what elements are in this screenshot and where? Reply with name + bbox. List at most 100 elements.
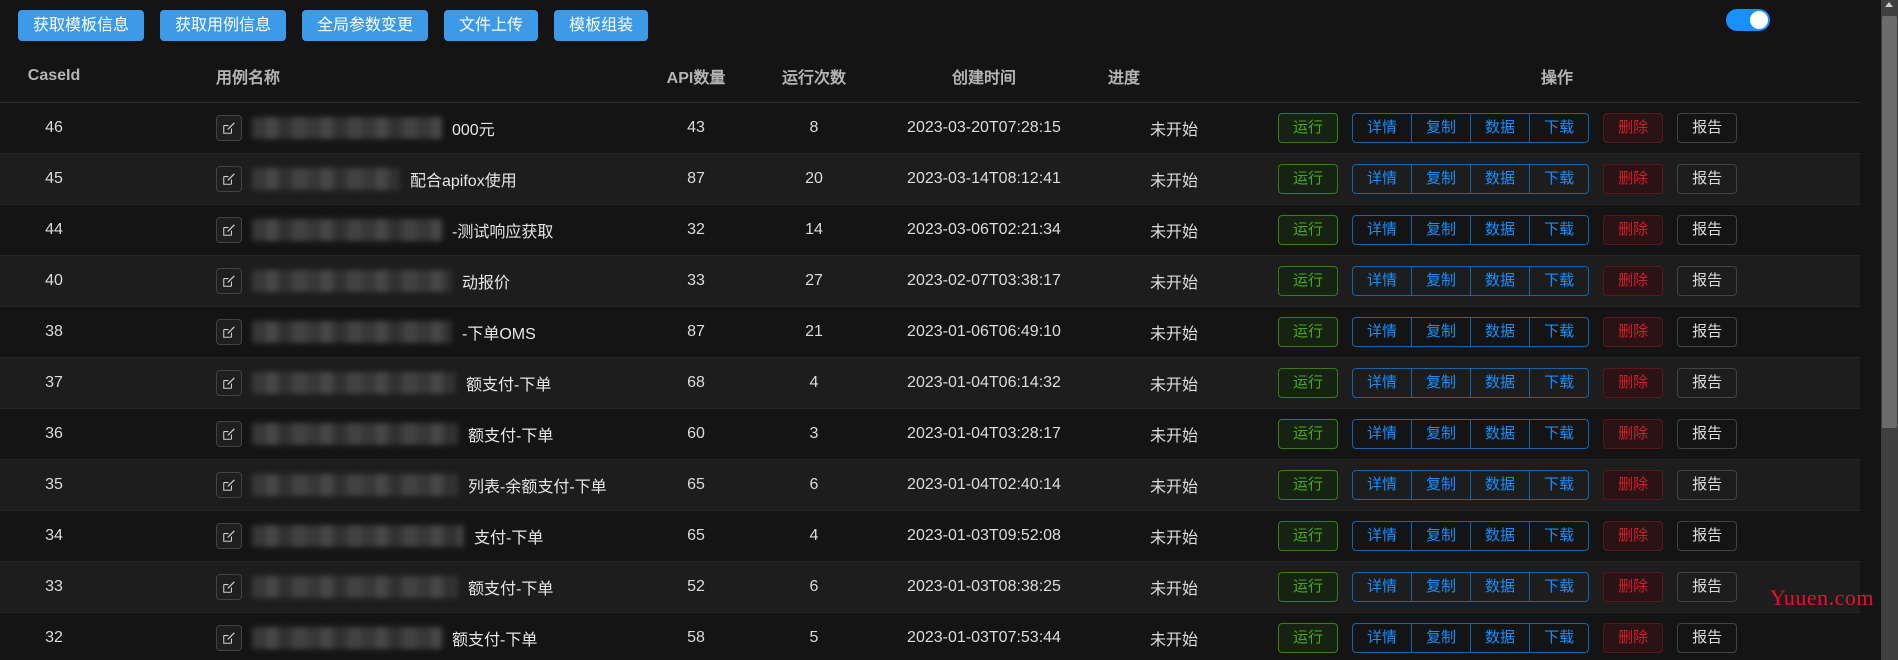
data-button[interactable]: 数据 (1471, 369, 1531, 397)
data-button[interactable]: 数据 (1471, 114, 1531, 142)
mode-toggle[interactable] (1726, 9, 1770, 31)
edit-icon[interactable] (216, 523, 242, 549)
run-button[interactable]: 运行 (1278, 164, 1339, 194)
delete-button[interactable]: 删除 (1603, 266, 1664, 296)
run-button[interactable]: 运行 (1278, 113, 1339, 143)
download-button[interactable]: 下载 (1530, 573, 1588, 601)
edit-icon[interactable] (216, 574, 242, 600)
copy-button[interactable]: 复制 (1412, 522, 1472, 550)
delete-button[interactable]: 删除 (1603, 164, 1664, 194)
copy-button[interactable]: 复制 (1412, 471, 1472, 499)
download-button[interactable]: 下载 (1530, 318, 1588, 346)
detail-button[interactable]: 详情 (1353, 471, 1413, 499)
detail-button[interactable]: 详情 (1353, 369, 1413, 397)
report-button[interactable]: 报告 (1677, 623, 1738, 653)
data-button[interactable]: 数据 (1471, 267, 1531, 295)
download-button[interactable]: 下载 (1530, 267, 1588, 295)
run-button[interactable]: 运行 (1278, 470, 1339, 500)
data-button[interactable]: 数据 (1471, 624, 1531, 652)
detail-button[interactable]: 详情 (1353, 165, 1413, 193)
vertical-scrollbar[interactable] (1881, 0, 1898, 660)
copy-button[interactable]: 复制 (1412, 216, 1472, 244)
report-button[interactable]: 报告 (1677, 215, 1738, 245)
download-button[interactable]: 下载 (1530, 165, 1588, 193)
report-button[interactable]: 报告 (1677, 419, 1738, 449)
edit-icon[interactable] (216, 268, 242, 294)
download-button[interactable]: 下载 (1530, 471, 1588, 499)
toolbar-button-fetch-case-info[interactable]: 获取用例信息 (160, 9, 287, 41)
report-button[interactable]: 报告 (1677, 113, 1738, 143)
download-button[interactable]: 下载 (1530, 369, 1588, 397)
detail-button[interactable]: 详情 (1353, 216, 1413, 244)
vertical-scrollbar-thumb[interactable] (1882, 16, 1897, 428)
edit-icon[interactable] (216, 166, 242, 192)
copy-button[interactable]: 复制 (1412, 420, 1472, 448)
toolbar-button-file-upload[interactable]: 文件上传 (444, 9, 539, 41)
scroll-up-arrow-icon[interactable] (1885, 2, 1893, 7)
report-button[interactable]: 报告 (1677, 470, 1738, 500)
run-button[interactable]: 运行 (1278, 317, 1339, 347)
copy-button[interactable]: 复制 (1412, 624, 1472, 652)
edit-icon[interactable] (216, 625, 242, 651)
edit-icon[interactable] (216, 115, 242, 141)
download-button[interactable]: 下载 (1530, 522, 1588, 550)
report-button[interactable]: 报告 (1677, 164, 1738, 194)
cell-case-id: 46 (0, 102, 108, 154)
cell-operations: 运行 详情 复制 数据 下载 删除 报告 (1254, 408, 1860, 460)
data-button[interactable]: 数据 (1471, 318, 1531, 346)
delete-button[interactable]: 删除 (1603, 113, 1664, 143)
delete-button[interactable]: 删除 (1603, 317, 1664, 347)
run-button[interactable]: 运行 (1278, 419, 1339, 449)
run-button[interactable]: 运行 (1278, 215, 1339, 245)
report-button[interactable]: 报告 (1677, 266, 1738, 296)
edit-icon[interactable] (216, 370, 242, 396)
edit-icon[interactable] (216, 421, 242, 447)
copy-button[interactable]: 复制 (1412, 165, 1472, 193)
report-button[interactable]: 报告 (1677, 572, 1738, 602)
data-button[interactable]: 数据 (1471, 165, 1531, 193)
run-button[interactable]: 运行 (1278, 266, 1339, 296)
download-button[interactable]: 下载 (1530, 216, 1588, 244)
edit-icon[interactable] (216, 319, 242, 345)
delete-button[interactable]: 删除 (1603, 215, 1664, 245)
delete-button[interactable]: 删除 (1603, 470, 1664, 500)
toolbar-button-fetch-template-info[interactable]: 获取模板信息 (18, 9, 145, 41)
report-button[interactable]: 报告 (1677, 317, 1738, 347)
data-button[interactable]: 数据 (1471, 420, 1531, 448)
copy-button[interactable]: 复制 (1412, 114, 1472, 142)
data-button[interactable]: 数据 (1471, 522, 1531, 550)
run-button[interactable]: 运行 (1278, 572, 1339, 602)
detail-button[interactable]: 详情 (1353, 318, 1413, 346)
data-button[interactable]: 数据 (1471, 573, 1531, 601)
report-button[interactable]: 报告 (1677, 368, 1738, 398)
copy-button[interactable]: 复制 (1412, 573, 1472, 601)
detail-button[interactable]: 详情 (1353, 522, 1413, 550)
run-button[interactable]: 运行 (1278, 368, 1339, 398)
download-button[interactable]: 下载 (1530, 114, 1588, 142)
run-button[interactable]: 运行 (1278, 623, 1339, 653)
edit-icon[interactable] (216, 217, 242, 243)
delete-button[interactable]: 删除 (1603, 623, 1664, 653)
download-button[interactable]: 下载 (1530, 624, 1588, 652)
delete-button[interactable]: 删除 (1603, 419, 1664, 449)
delete-button[interactable]: 删除 (1603, 521, 1664, 551)
detail-button[interactable]: 详情 (1353, 624, 1413, 652)
detail-button[interactable]: 详情 (1353, 573, 1413, 601)
data-button[interactable]: 数据 (1471, 216, 1531, 244)
edit-icon[interactable] (216, 472, 242, 498)
copy-button[interactable]: 复制 (1412, 369, 1472, 397)
cell-api-count: 87 (638, 306, 754, 358)
toolbar-button-template-assemble[interactable]: 模板组装 (554, 9, 649, 41)
copy-button[interactable]: 复制 (1412, 318, 1472, 346)
detail-button[interactable]: 详情 (1353, 267, 1413, 295)
detail-button[interactable]: 详情 (1353, 420, 1413, 448)
toolbar-button-global-param-change[interactable]: 全局参数变更 (302, 9, 429, 41)
detail-button[interactable]: 详情 (1353, 114, 1413, 142)
data-button[interactable]: 数据 (1471, 471, 1531, 499)
report-button[interactable]: 报告 (1677, 521, 1738, 551)
download-button[interactable]: 下载 (1530, 420, 1588, 448)
delete-button[interactable]: 删除 (1603, 368, 1664, 398)
run-button[interactable]: 运行 (1278, 521, 1339, 551)
copy-button[interactable]: 复制 (1412, 267, 1472, 295)
delete-button[interactable]: 删除 (1603, 572, 1664, 602)
